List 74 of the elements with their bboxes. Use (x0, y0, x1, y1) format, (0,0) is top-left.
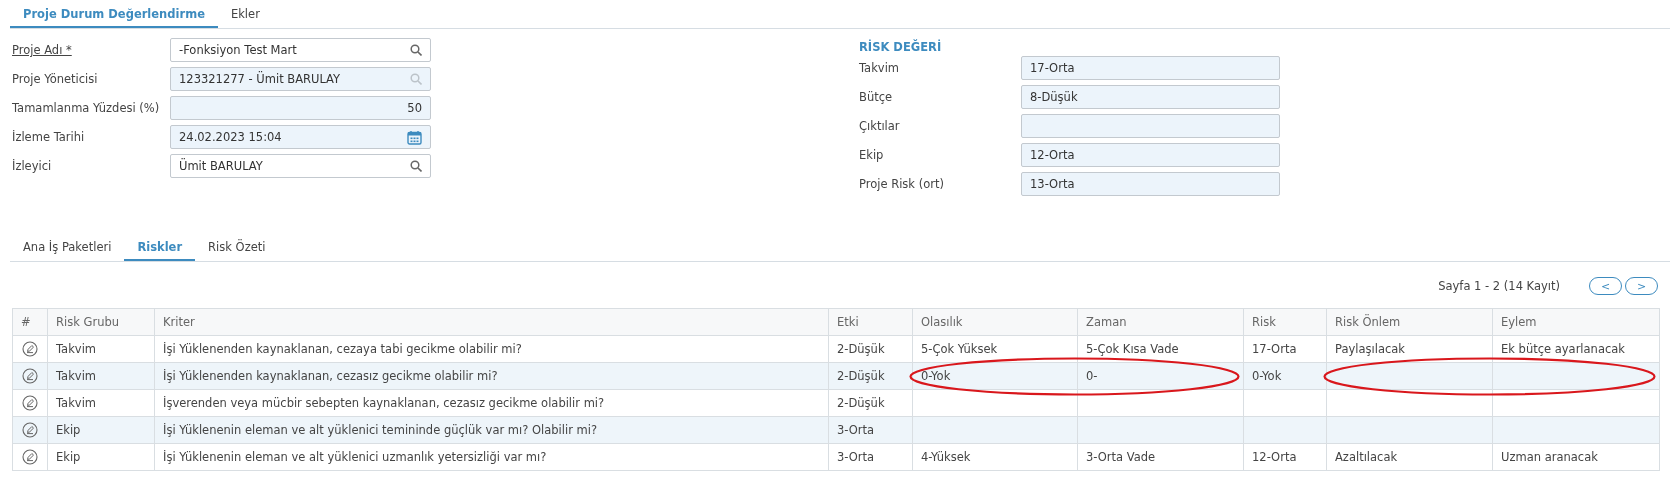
section-title: RİSK DEĞERİ (859, 40, 943, 54)
edit-button[interactable] (22, 341, 38, 357)
column-header: Olasılık (912, 308, 1078, 336)
input-field[interactable]: 12-Orta (1021, 143, 1280, 167)
column-header: Zaman (1077, 308, 1244, 336)
field-label: Proje Adı * (12, 43, 73, 57)
table-cell: Uzman aranacak (1492, 443, 1660, 471)
input-field[interactable]: 8-Düşük (1021, 85, 1280, 109)
tab[interactable]: Risk Özeti (195, 233, 279, 261)
edit-icon (22, 341, 38, 357)
table-cell: Takvim (47, 389, 155, 417)
search-icon (410, 160, 422, 172)
column-header: Risk Grubu (47, 308, 155, 336)
table-cell: 2-Düşük (828, 335, 913, 363)
edit-button[interactable] (22, 368, 38, 384)
tab[interactable]: Ana İş Paketleri (10, 233, 125, 261)
table-cell: Ek bütçe ayarlanacak (1492, 335, 1660, 363)
table-cell: Ekip (47, 443, 155, 471)
table-cell: İşi Yüklenenin eleman ve alt yüklenici uzmanlık yetersizliği var mı? (154, 443, 829, 471)
field-label: Proje Risk (ort) (859, 177, 945, 191)
field-label: Takvim (859, 61, 901, 75)
table-cell: 5-Çok Yüksek (912, 335, 1078, 363)
tab[interactable]: Riskler (124, 233, 196, 261)
next-page-button[interactable]: > (1625, 277, 1658, 295)
field-label: Bütçe (859, 90, 894, 104)
tab[interactable]: Proje Durum Değerlendirme (10, 0, 218, 28)
input-field[interactable]: Ümit BARULAY (170, 154, 431, 178)
tab[interactable]: Ekler (217, 0, 273, 28)
table-cell: 2-Düşük (828, 389, 913, 417)
previous-page-button[interactable]: < (1589, 277, 1622, 295)
table-cell: 12-Orta (1243, 443, 1327, 471)
search-icon (410, 44, 422, 56)
page-info: Sayfa 1 - 2 (14 Kayıt) (1438, 279, 1560, 293)
column-header: Etki (828, 308, 913, 336)
table-cell: 5-Çok Kısa Vade (1077, 335, 1244, 363)
edit-button[interactable] (22, 422, 38, 438)
input-field[interactable]: 13-Orta (1021, 172, 1280, 196)
field-label: İzleme Tarihi (12, 130, 86, 144)
calendar-icon (407, 129, 422, 145)
input-field[interactable] (1021, 114, 1280, 138)
edit-button[interactable] (22, 449, 38, 465)
input-field[interactable]: 17-Orta (1021, 56, 1280, 80)
table-cell: İşverenden veya mücbir sebepten kaynaklanan, cezasız gecikme olabilir mi? (154, 389, 829, 417)
edit-icon (22, 395, 38, 411)
table-cell: İşi Yüklenenin eleman ve alt yüklenici temininde güçlük var mı? Olabilir mi? (154, 416, 829, 444)
table-cell: Paylaşılacak (1326, 335, 1493, 363)
table-cell: Ekip (47, 416, 155, 444)
table-cell: 3-Orta (828, 416, 913, 444)
table-cell: 4-Yüksek (912, 443, 1078, 471)
field-label: Proje Yöneticisi (12, 72, 99, 86)
column-header: Kriter (154, 308, 829, 336)
table-cell: İşi Yüklenenden kaynaklanan, cezasız gecikme olabilir mi? (154, 362, 829, 390)
field-label: İzleyici (12, 159, 53, 173)
field-label: Ekip (859, 148, 885, 162)
field-label: Çıktılar (859, 119, 901, 133)
table-cell: Azaltılacak (1326, 443, 1493, 471)
table-cell: Takvim (47, 335, 155, 363)
table-cell: 2-Düşük (828, 362, 913, 390)
table-cell: İşi Yüklenenden kaynaklanan, cezaya tabi gecikme olabilir mi? (154, 335, 829, 363)
edit-icon (22, 422, 38, 438)
table-cell: 3-Orta (828, 443, 913, 471)
column-header: Risk (1243, 308, 1327, 336)
column-header: # (12, 308, 48, 336)
column-header: Eylem (1492, 308, 1660, 336)
table-cell: 3-Orta Vade (1077, 443, 1244, 471)
field-label: Tamamlanma Yüzdesi (%) (12, 101, 161, 115)
edit-button[interactable] (22, 395, 38, 411)
table-cell: 17-Orta (1243, 335, 1327, 363)
edit-icon (22, 368, 38, 384)
column-header: Risk Önlem (1326, 308, 1493, 336)
input-field[interactable]: -Fonksiyon Test Mart (170, 38, 431, 62)
edit-icon (22, 449, 38, 465)
table-cell: Takvim (47, 362, 155, 390)
search-icon (410, 73, 422, 85)
